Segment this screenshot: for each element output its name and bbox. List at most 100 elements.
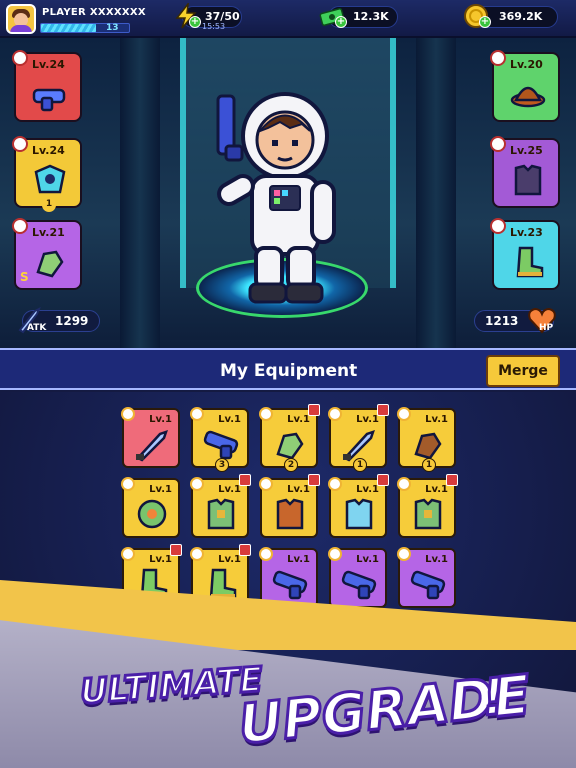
cash-value: 12.3K xyxy=(353,10,389,23)
inventory-item[interactable]: Lv.1 xyxy=(190,474,251,538)
item-level: Lv.1 xyxy=(218,414,241,425)
helmet-icon xyxy=(508,76,548,114)
glove-icon xyxy=(30,244,70,282)
gift-badge-icon xyxy=(308,474,320,486)
item-level: Lv.1 xyxy=(218,484,241,495)
player-level: 13 xyxy=(106,23,119,33)
item-level: Lv.1 xyxy=(149,414,172,425)
item-type-icon xyxy=(328,477,342,491)
equipped-slot-helmet[interactable]: Lv.20 xyxy=(490,50,560,122)
slot-level: Lv.20 xyxy=(510,58,543,71)
item-type-icon xyxy=(397,407,411,421)
gift-badge-icon xyxy=(170,544,182,556)
green-vest-icon xyxy=(408,496,450,532)
attack-value: 1299 xyxy=(55,314,89,328)
item-level: Lv.1 xyxy=(356,554,379,565)
weapon-icon xyxy=(30,76,70,114)
item-level: Lv.1 xyxy=(287,554,310,565)
character-stage: Lv.24 Lv.24 1 Lv.21 S Lv.20 Lv.25 Lv.23 xyxy=(0,38,576,348)
gift-badge-icon xyxy=(377,404,389,416)
inventory-item[interactable]: Lv.1 xyxy=(259,474,320,538)
item-type-icon xyxy=(190,547,204,561)
coin-add-icon[interactable]: + xyxy=(479,16,491,28)
equipped-slot-weapon[interactable]: Lv.24 xyxy=(12,50,82,122)
hp-value: 1213 xyxy=(485,314,519,328)
gift-badge-icon xyxy=(239,544,251,556)
boots-icon xyxy=(508,244,548,282)
item-type-icon xyxy=(121,477,135,491)
gift-badge-icon xyxy=(239,474,251,486)
glove-icon xyxy=(270,426,312,462)
green-vest-icon xyxy=(201,496,243,532)
slot-level: Lv.25 xyxy=(510,144,543,157)
cash-counter[interactable]: + 12.3K xyxy=(319,6,398,28)
merge-button[interactable]: Merge xyxy=(486,355,560,387)
attack-label: ATK xyxy=(27,323,47,333)
item-type-icon xyxy=(259,547,273,561)
item-type-icon xyxy=(121,407,135,421)
item-count-badge: 1 xyxy=(353,458,367,472)
stage-pillar-right xyxy=(416,38,456,348)
inventory-item[interactable]: Lv.1 xyxy=(121,477,180,538)
energy-add-icon[interactable]: + xyxy=(189,16,201,28)
promo-banner: ULTIMATE UPGRADE ! xyxy=(0,580,576,768)
astronaut-character xyxy=(216,92,336,304)
cash-add-icon[interactable]: + xyxy=(335,16,347,28)
knife-icon xyxy=(132,426,174,462)
item-count-badge: 2 xyxy=(284,458,298,472)
equipped-slot-vest[interactable]: Lv.25 xyxy=(490,136,560,208)
slot-type-icon xyxy=(490,218,506,234)
item-type-icon xyxy=(397,477,411,491)
item-type-icon xyxy=(190,407,204,421)
equipped-slot-glove[interactable]: Lv.21 S xyxy=(12,218,82,290)
stage-pillar-left xyxy=(120,38,160,348)
item-type-icon xyxy=(121,547,135,561)
item-type-icon xyxy=(397,547,411,561)
item-level: Lv.1 xyxy=(149,554,172,565)
inventory-item[interactable]: Lv.1 xyxy=(121,407,180,468)
slot-rank: S xyxy=(20,270,29,284)
xp-bar-fill xyxy=(41,24,96,32)
inventory-item[interactable]: Lv.1 xyxy=(328,474,389,538)
item-level: Lv.1 xyxy=(425,484,448,495)
slot-type-icon xyxy=(490,136,506,152)
energy-timer: 15:53 xyxy=(202,22,226,31)
shield-icon xyxy=(132,496,174,532)
player-name: PLAYER XXXXXXX xyxy=(42,7,146,18)
blue-vest-icon xyxy=(339,496,381,532)
slot-level: Lv.24 xyxy=(32,58,65,71)
slot-level: Lv.23 xyxy=(510,226,543,239)
equipped-slot-armor-plate[interactable]: Lv.24 1 xyxy=(12,136,82,212)
slot-level: Lv.24 xyxy=(32,144,65,157)
blaster-icon xyxy=(201,426,243,462)
item-level: Lv.1 xyxy=(425,414,448,425)
item-level: Lv.1 xyxy=(149,484,172,495)
item-count-badge: 3 xyxy=(215,458,229,472)
hp-stat: 1213 HP xyxy=(474,307,556,334)
gift-badge-icon xyxy=(308,404,320,416)
equipped-slot-boots[interactable]: Lv.23 xyxy=(490,218,560,290)
item-level: Lv.1 xyxy=(425,554,448,565)
item-level: Lv.1 xyxy=(218,554,241,565)
inventory-item[interactable]: Lv.1 2 xyxy=(259,404,320,472)
item-type-icon xyxy=(328,407,342,421)
attack-stat: ATK 1299 xyxy=(18,306,100,334)
avatar-suit xyxy=(10,25,32,32)
armor-plate-icon xyxy=(30,162,70,200)
item-type-icon xyxy=(259,407,273,421)
inventory-item[interactable]: Lv.1 1 xyxy=(328,404,389,472)
slot-type-icon xyxy=(490,50,506,66)
slot-count-badge: 1 xyxy=(42,198,56,212)
slot-type-icon xyxy=(12,218,28,234)
inventory-item[interactable]: Lv.1 xyxy=(397,474,458,538)
coin-value: 369.2K xyxy=(499,10,543,23)
top-bar: PLAYER XXXXXXX 13 + 37/50 15:53 + 12.3K … xyxy=(0,0,576,38)
vest-icon xyxy=(508,162,548,200)
player-avatar[interactable] xyxy=(6,4,36,34)
coin-counter[interactable]: + 369.2K xyxy=(464,4,558,28)
gift-badge-icon xyxy=(446,474,458,486)
item-count-badge: 1 xyxy=(422,458,436,472)
inventory-item[interactable]: Lv.1 1 xyxy=(397,407,456,472)
gift-badge-icon xyxy=(377,474,389,486)
inventory-item[interactable]: Lv.1 3 xyxy=(190,407,249,472)
